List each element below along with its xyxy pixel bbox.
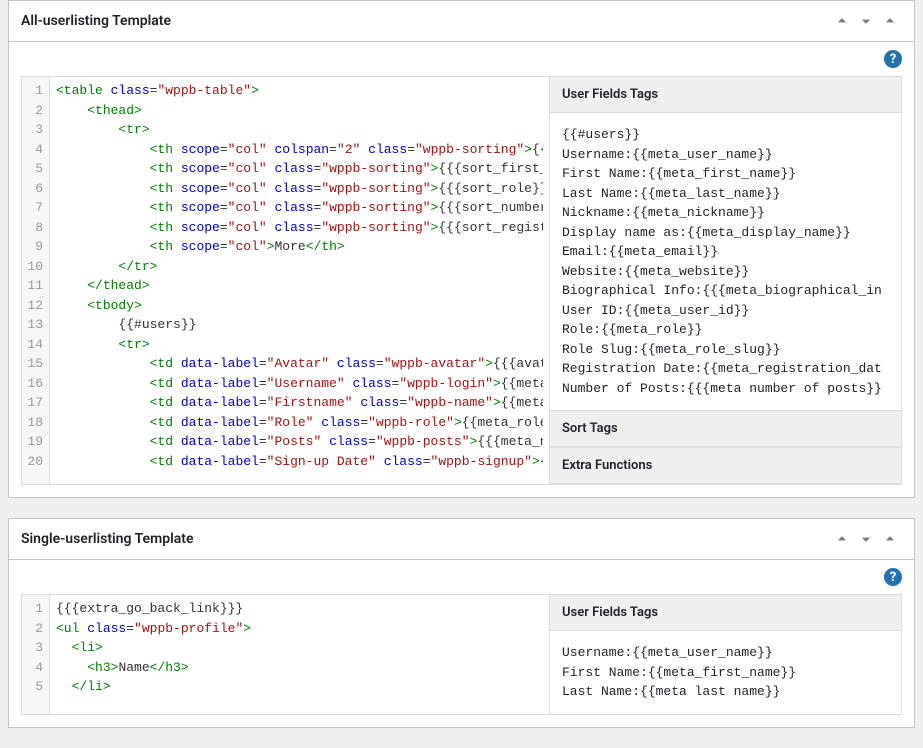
collapse-icon[interactable] bbox=[878, 527, 902, 551]
code-editor[interactable]: 12345 {{{extra_go_back_link}}}<ul class=… bbox=[22, 595, 549, 714]
panel-body: ? 12345 {{{extra_go_back_link}}}<ul clas… bbox=[9, 560, 914, 727]
line-gutter: 12345 bbox=[22, 595, 50, 714]
extra-functions-header[interactable]: Extra Functions bbox=[550, 447, 901, 484]
editor-wrap: 1234567891011121314151617181920 <table c… bbox=[21, 76, 902, 485]
collapse-icon[interactable] bbox=[878, 9, 902, 33]
move-up-icon[interactable] bbox=[830, 527, 854, 551]
line-gutter: 1234567891011121314151617181920 bbox=[22, 77, 50, 484]
panel-body: ? 1234567891011121314151617181920 <table… bbox=[9, 42, 914, 497]
side-panel: User Fields Tags Username:{{meta_user_na… bbox=[549, 595, 901, 714]
sort-tags-header[interactable]: Sort Tags bbox=[550, 410, 901, 447]
move-down-icon[interactable] bbox=[854, 527, 878, 551]
panel-title: Single-userlisting Template bbox=[21, 531, 194, 547]
move-up-icon[interactable] bbox=[830, 9, 854, 33]
code-lines[interactable]: {{{extra_go_back_link}}}<ul class="wppb-… bbox=[50, 595, 549, 714]
user-fields-header[interactable]: User Fields Tags bbox=[550, 77, 901, 113]
all-userlisting-panel: All-userlisting Template ? 1234567891011… bbox=[8, 0, 915, 498]
single-userlisting-panel: Single-userlisting Template ? 12345 {{{e… bbox=[8, 518, 915, 728]
editor-wrap: 12345 {{{extra_go_back_link}}}<ul class=… bbox=[21, 594, 902, 715]
panel-title: All-userlisting Template bbox=[21, 13, 171, 29]
user-fields-header[interactable]: User Fields Tags bbox=[550, 595, 901, 631]
help-icon[interactable]: ? bbox=[884, 568, 902, 586]
user-fields-body: Username:{{meta_user_name}} First Name:{… bbox=[550, 631, 901, 714]
panel-header: Single-userlisting Template bbox=[9, 519, 914, 560]
code-lines[interactable]: <table class="wppb-table"> <thead> <tr> … bbox=[50, 77, 549, 484]
help-icon[interactable]: ? bbox=[884, 50, 902, 68]
panel-header: All-userlisting Template bbox=[9, 1, 914, 42]
user-fields-body: {{#users}} Username:{{meta_user_name}} F… bbox=[550, 113, 901, 410]
move-down-icon[interactable] bbox=[854, 9, 878, 33]
code-editor[interactable]: 1234567891011121314151617181920 <table c… bbox=[22, 77, 549, 484]
panel-controls bbox=[830, 9, 902, 33]
side-panel: User Fields Tags {{#users}} Username:{{m… bbox=[549, 77, 901, 484]
panel-controls bbox=[830, 527, 902, 551]
